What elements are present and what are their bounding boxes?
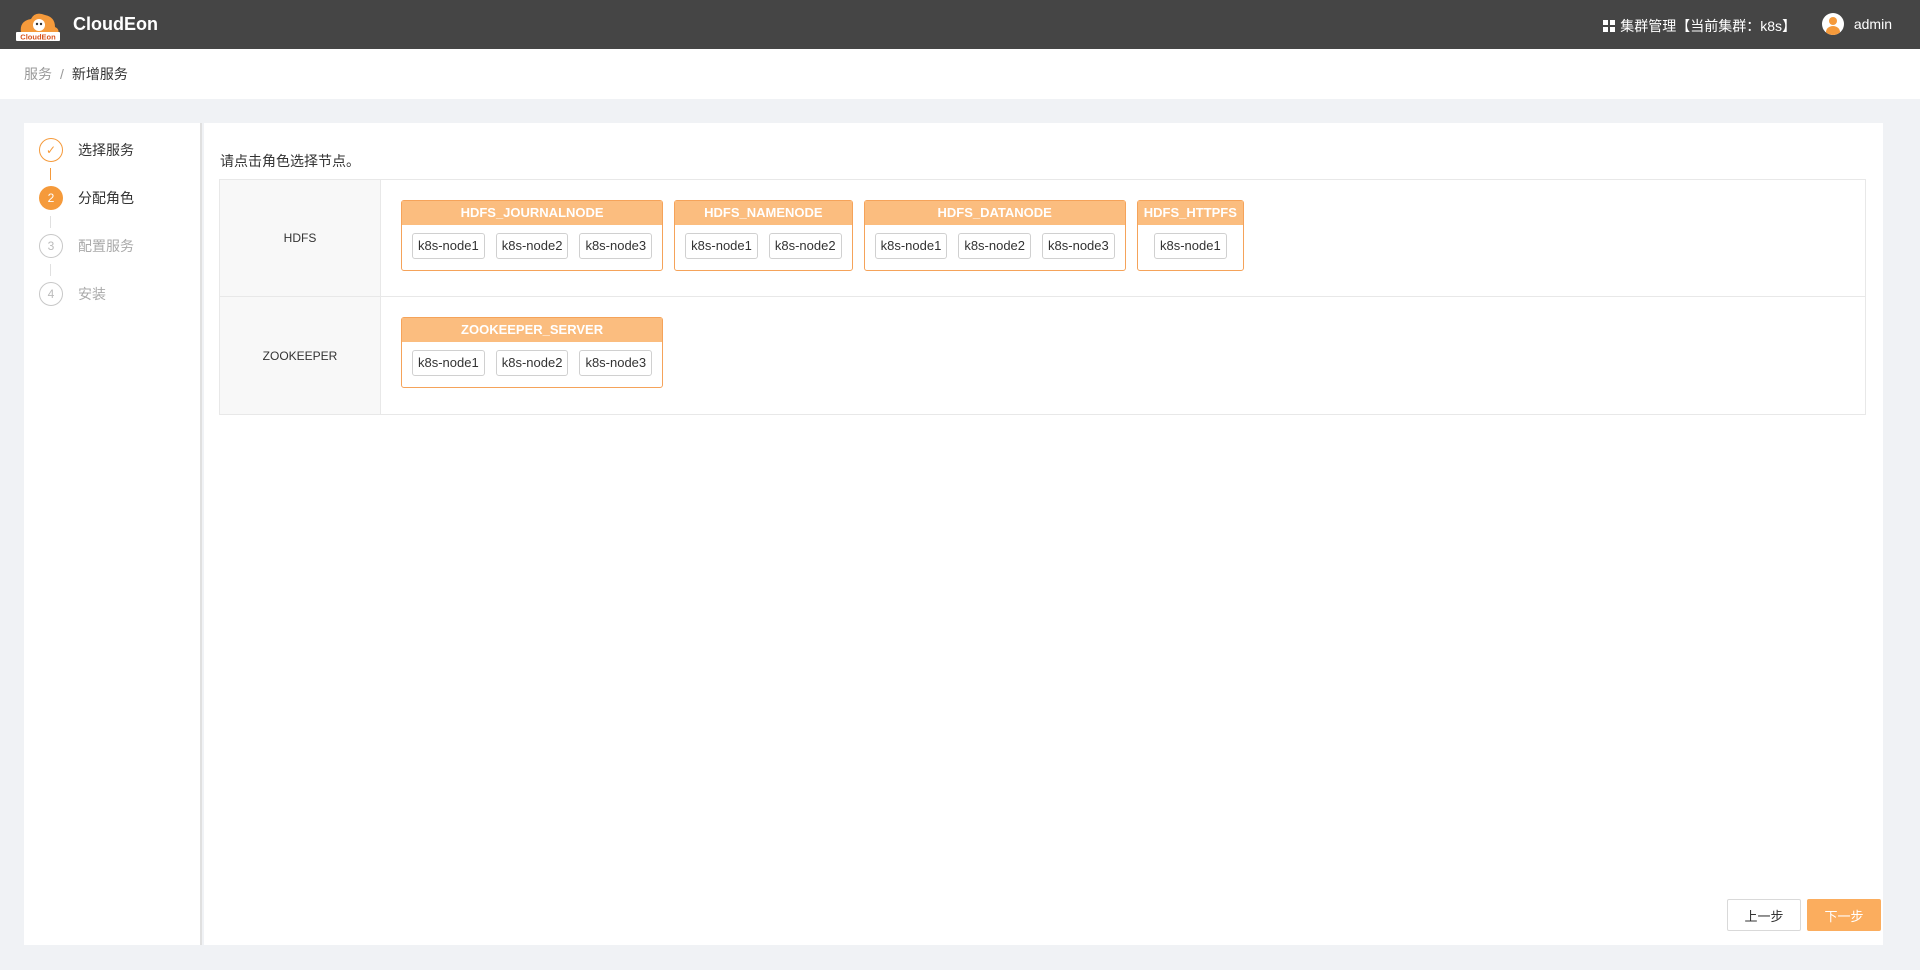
step-assign-roles: 2 分配角色 <box>39 186 134 210</box>
check-icon: ✓ <box>39 138 63 162</box>
step-select-service: ✓ 选择服务 <box>39 138 134 162</box>
app-title: CloudEon <box>73 14 158 34</box>
step-number: 2 <box>39 186 63 210</box>
role-card-hdfs-namenode[interactable]: HDFS_NAMENODE k8s-node1 k8s-node2 <box>674 200 853 271</box>
role-card-zookeeper-server[interactable]: ZOOKEEPER_SERVER k8s-node1 k8s-node2 k8s… <box>401 317 664 388</box>
node-tag[interactable]: k8s-node1 <box>412 350 485 376</box>
step-configure-service: 3 配置服务 <box>39 234 134 258</box>
step-connector <box>50 216 51 228</box>
step-label: 选择服务 <box>78 142 134 158</box>
node-tag[interactable]: k8s-node1 <box>874 233 948 259</box>
role-title[interactable]: HDFS_DATANODE <box>864 201 1125 225</box>
breadcrumb: 服务 / 新增服务 <box>0 49 1920 99</box>
role-card-hdfs-datanode[interactable]: HDFS_DATANODE k8s-node1 k8s-node2 k8s-no… <box>863 200 1126 271</box>
role-nodes: k8s-node1 k8s-node2 k8s-node3 <box>402 225 662 270</box>
cluster-management-menu[interactable]: 集群管理【当前集群：k8s】 <box>1603 16 1796 36</box>
step-install: 4 安装 <box>39 282 106 306</box>
cloudeon-logo[interactable]: CloudEon <box>15 11 61 41</box>
service-name: HDFS <box>220 180 381 296</box>
cluster-menu-label: 集群管理【当前集群：k8s】 <box>1620 18 1796 34</box>
service-name: ZOOKEEPER <box>220 297 381 414</box>
node-tag[interactable]: k8s-node2 <box>495 350 569 376</box>
step-label: 分配角色 <box>78 190 134 206</box>
svg-text:CloudEon: CloudEon <box>20 33 56 42</box>
user-avatar-icon <box>1821 13 1844 35</box>
step-connector <box>50 168 51 180</box>
node-tag[interactable]: k8s-node3 <box>1042 233 1115 259</box>
role-title[interactable]: ZOOKEEPER_SERVER <box>402 318 663 342</box>
role-nodes: k8s-node1 <box>1138 225 1243 270</box>
step-connector <box>50 264 51 276</box>
grid-icon <box>1603 20 1616 32</box>
role-title[interactable]: HDFS_HTTPFS <box>1137 201 1243 225</box>
step-number: 3 <box>39 234 63 258</box>
service-row-zookeeper: ZOOKEEPER ZOOKEEPER_SERVER k8s-node1 k8s… <box>220 297 1865 414</box>
user-menu[interactable]: admin <box>1821 13 1892 35</box>
step-number: 4 <box>39 282 63 306</box>
node-tag[interactable]: k8s-node2 <box>495 233 569 259</box>
node-tag[interactable]: k8s-node2 <box>958 233 1032 259</box>
role-nodes: k8s-node1 k8s-node2 k8s-node3 <box>865 225 1125 270</box>
service-roles: HDFS_JOURNALNODE k8s-node1 k8s-node2 k8s… <box>381 180 1244 296</box>
top-header: CloudEon CloudEon 集群管理【当前集群：k8s】 admin <box>0 0 1920 49</box>
previous-step-button[interactable]: 上一步 <box>1727 899 1801 931</box>
main-content: 请点击角色选择节点。 HDFS HDFS_JOURNALNODE k8s-nod… <box>204 123 1883 945</box>
step-label: 配置服务 <box>78 238 134 254</box>
node-tag[interactable]: k8s-node1 <box>1153 233 1227 259</box>
step-label: 安装 <box>78 286 106 302</box>
instruction-text: 请点击角色选择节点。 <box>220 153 360 169</box>
node-tag[interactable]: k8s-node3 <box>579 350 653 376</box>
node-tag[interactable]: k8s-node1 <box>685 233 758 259</box>
role-nodes: k8s-node1 k8s-node2 k8s-node3 <box>402 342 662 387</box>
role-assignment-table: HDFS HDFS_JOURNALNODE k8s-node1 k8s-node… <box>219 179 1866 415</box>
next-step-button[interactable]: 下一步 <box>1807 899 1881 931</box>
service-roles: ZOOKEEPER_SERVER k8s-node1 k8s-node2 k8s… <box>381 297 664 414</box>
breadcrumb-current: 新增服务 <box>71 66 128 82</box>
role-title[interactable]: HDFS_NAMENODE <box>675 201 852 225</box>
node-tag[interactable]: k8s-node2 <box>768 233 842 259</box>
role-title[interactable]: HDFS_JOURNALNODE <box>402 201 663 225</box>
user-name: admin <box>1853 16 1892 32</box>
role-card-hdfs-journalnode[interactable]: HDFS_JOURNALNODE k8s-node1 k8s-node2 k8s… <box>401 200 664 271</box>
node-tag[interactable]: k8s-node3 <box>579 233 653 259</box>
breadcrumb-separator: / <box>60 66 64 82</box>
service-row-hdfs: HDFS HDFS_JOURNALNODE k8s-node1 k8s-node… <box>220 180 1865 297</box>
role-card-hdfs-httpfs[interactable]: HDFS_HTTPFS k8s-node1 <box>1136 200 1244 271</box>
breadcrumb-parent[interactable]: 服务 <box>24 64 52 84</box>
node-tag[interactable]: k8s-node1 <box>412 233 485 259</box>
steps-panel: ✓ 选择服务 2 分配角色 3 配置服务 4 安装 <box>24 123 202 945</box>
role-nodes: k8s-node1 k8s-node2 <box>675 225 851 270</box>
